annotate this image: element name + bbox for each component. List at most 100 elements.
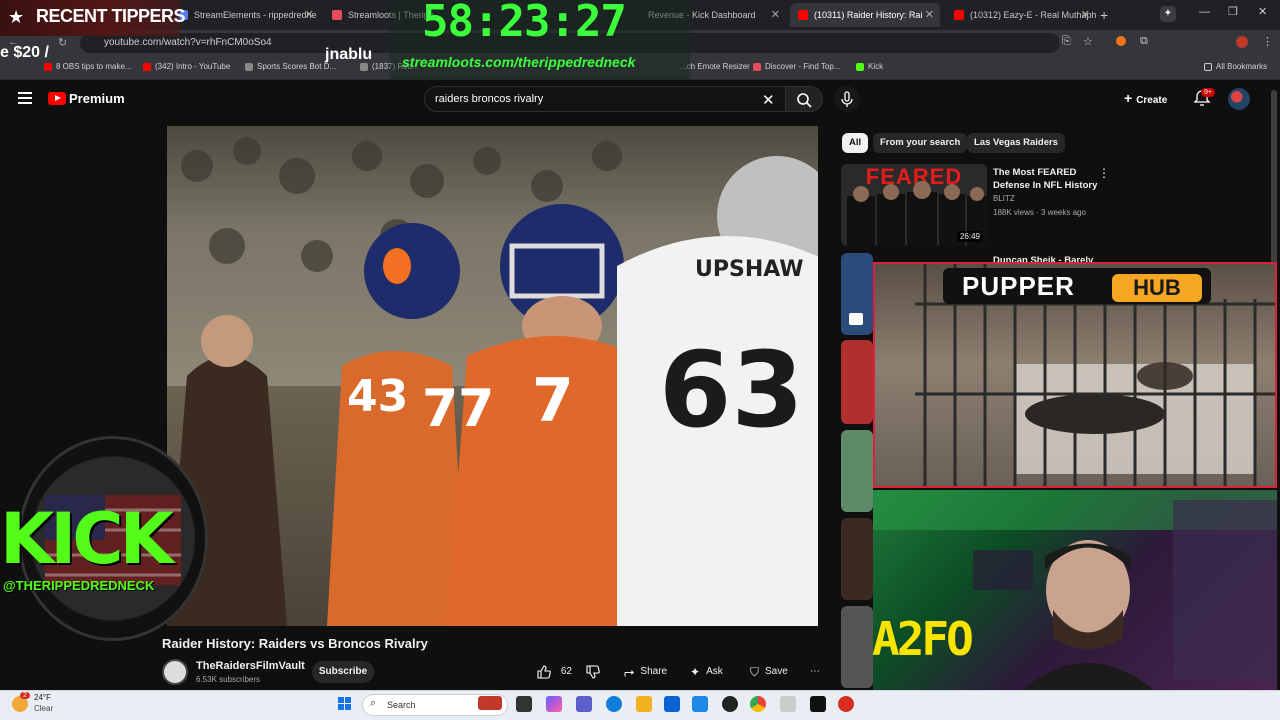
recommendation-thumbnail[interactable] [841,430,873,512]
obs-icon[interactable] [722,696,738,712]
svg-text:63: 63 [659,329,804,451]
browser-tab[interactable]: StreamElements - rippedredne ✕ [170,3,320,27]
cast-icon[interactable]: ⎘ [1062,35,1071,48]
windows-start-icon[interactable] [338,697,352,716]
close-window-icon[interactable]: ✕ [1258,5,1267,18]
browser-tab[interactable]: (10312) Eazy-E - Real Muthaph ✕ [946,3,1096,27]
profile-icon[interactable] [1236,36,1248,48]
recommendation-menu-icon[interactable]: ⋮ [1098,166,1110,180]
thumbs-up-icon [537,665,551,679]
recommendation-thumbnail[interactable] [841,518,873,600]
bookmark-item[interactable]: ...ch Emote Resizer [680,62,750,71]
video-frame: 43 77 7 UPSHAW 63 [167,137,818,626]
chip-from-your-search[interactable]: From your search [873,133,968,153]
notification-count-badge: 9+ [1201,88,1215,97]
search-icon: ⌕ [370,697,377,709]
minimize-icon[interactable]: — [1199,6,1210,18]
tipper-amount: e $20 / [0,44,49,61]
bookmark-item[interactable]: Sports Scores Bot D... [245,62,336,71]
close-tab-icon[interactable]: ✕ [771,8,780,21]
share-button[interactable]: ⮣ Share [622,661,672,683]
gemini-icon[interactable]: ✦ [1160,6,1176,22]
browser-tab-active[interactable]: (10311) Raider History: Rai ✕ [790,3,940,27]
recommendation-thumbnail[interactable] [841,340,873,424]
teams-icon[interactable] [576,696,592,712]
ask-button[interactable]: ✦ Ask [690,661,730,683]
premium-label[interactable]: Premium [69,91,125,106]
channel-avatar[interactable] [162,659,188,685]
chip-las-vegas-raiders[interactable]: Las Vegas Raiders [967,133,1065,153]
kick-handle: @THERIPPEDREDNECK [3,578,155,593]
thumbs-down-icon [586,665,600,679]
new-tab-icon[interactable]: + [1100,7,1108,23]
close-tab-icon[interactable]: ✕ [925,8,934,21]
recommendation-thumbnail[interactable] [841,606,873,688]
channel-name[interactable]: TheRaidersFilmVault [196,660,305,672]
recent-tippers-title: RECENT TIPPERS [36,6,186,26]
folder-icon [1204,62,1212,71]
search-input[interactable]: raiders broncos rivalry [424,86,786,112]
like-button[interactable]: 62 [530,661,572,683]
youtube-logo-icon[interactable] [48,92,66,105]
bookmark-item[interactable]: Kick [856,62,883,71]
recommendation-thumbnail[interactable]: FEARED 26:49 [841,164,987,246]
kick-logo: KICK [0,498,174,580]
streamer-webcam [873,490,1277,698]
subathon-timer: 58:23:27 [422,0,627,47]
terminal-icon[interactable] [810,696,826,712]
account-avatar[interactable] [1228,88,1250,110]
hamburger-menu-icon[interactable] [18,92,32,104]
edge-icon[interactable] [606,696,622,712]
voice-search-button[interactable] [834,86,860,112]
streamloots-icon [332,10,342,20]
store-icon[interactable] [692,696,708,712]
clear-search-icon[interactable]: ✕ [762,91,775,109]
recommendation-title[interactable]: The Most FEARED Defense In NFL History [993,166,1097,192]
warner-icon [849,313,863,325]
extensions-puzzle-icon[interactable]: ⧉ [1140,35,1148,48]
bookmark-item[interactable]: 8 OBS tips to make... [44,62,132,71]
svg-text:43: 43 [347,371,408,422]
recommendation-thumbnail[interactable] [841,253,873,335]
browser-menu-icon[interactable]: ⋮ [1262,35,1273,48]
search-highlight-icon [478,696,502,710]
outlook-icon[interactable] [664,696,680,712]
copilot-icon[interactable] [546,696,562,712]
bookmark-star-icon[interactable]: ☆ [1083,35,1093,48]
extension-icon[interactable] [1116,36,1126,46]
subscriber-count: 6.53K subscribers [196,675,261,684]
bookmark-item[interactable]: Discover - Find Top... [753,62,840,71]
weather-badge: 2 [20,692,30,699]
close-tab-icon[interactable]: ✕ [305,8,314,21]
microphone-icon [841,91,853,107]
all-bookmarks[interactable]: All Bookmarks [1204,62,1267,71]
video-title: Raider History: Raiders vs Broncos Rival… [162,636,428,651]
task-view-icon[interactable] [516,696,532,712]
globe-icon [245,62,253,71]
more-actions-icon[interactable]: ⋯ [810,661,824,683]
app-icon[interactable] [838,696,854,712]
bookmark-item[interactable]: (342) Intro - YouTube [143,62,230,71]
youtube-icon [143,62,151,71]
video-player[interactable]: 43 77 7 UPSHAW 63 [167,126,818,626]
subscribe-button[interactable]: Subscribe [312,661,374,683]
weather-temperature[interactable]: 24°F [34,693,51,702]
search-button[interactable] [785,86,823,112]
close-tab-icon[interactable]: ✕ [1081,8,1090,21]
kick-icon [856,62,864,71]
save-button[interactable]: ⛉ Save [750,661,794,683]
dislike-button[interactable] [582,661,604,683]
file-explorer-icon[interactable] [636,696,652,712]
recommendation-meta: 188K views · 3 weeks ago [993,208,1086,217]
reload-icon[interactable]: ↻ [58,36,67,49]
webcam-scene [873,490,1277,698]
pupper-label: PUPPER [962,271,1075,301]
streamloots-url: streamloots.com/therippedredneck [402,54,636,70]
create-button[interactable]: + Create [1124,86,1174,110]
video-duration: 26:49 [956,231,983,242]
recommendation-channel[interactable]: BLITZ [993,194,1015,203]
chrome-icon[interactable] [750,696,766,712]
chip-all[interactable]: All [842,133,869,153]
maximize-icon[interactable]: ❐ [1228,5,1238,18]
app-icon[interactable] [780,696,796,712]
